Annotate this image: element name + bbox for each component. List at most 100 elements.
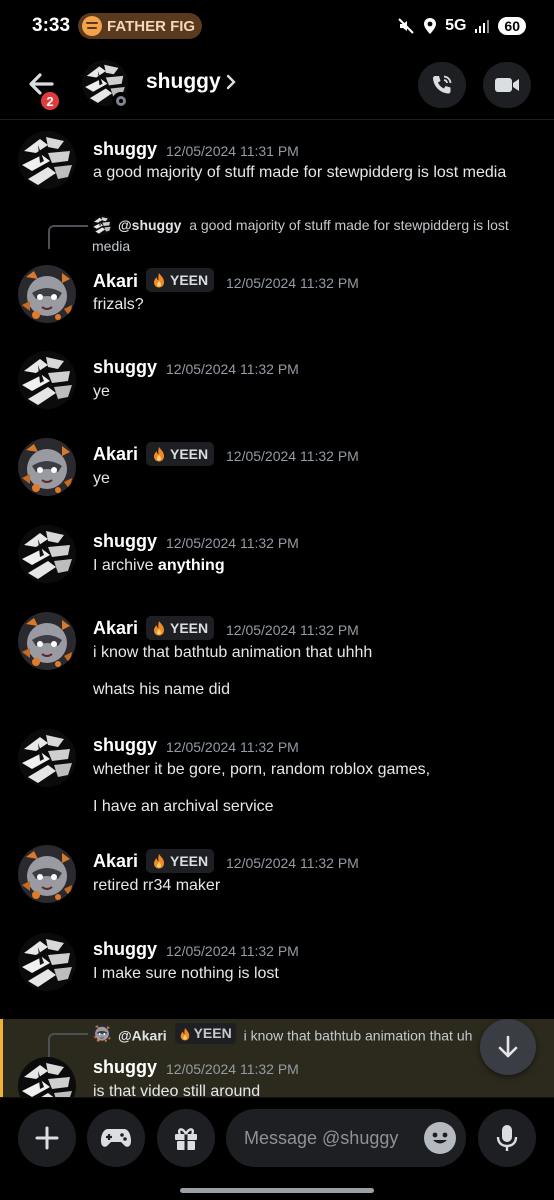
tag-label: YEEN [170,853,209,869]
timestamp: 12/05/2024 11:32 PM [226,448,359,464]
voice-message-button[interactable] [478,1109,536,1167]
gift-icon [175,1128,197,1150]
flame-icon [152,446,166,462]
flame-icon [152,620,166,636]
server-tag: YEEN [174,1023,236,1044]
jump-to-present-button[interactable] [480,1019,536,1075]
flame-icon [152,853,166,869]
offline-status-icon [112,92,130,110]
message-input-placeholder: Message @shuggy [244,1127,399,1148]
username[interactable]: shuggy [93,531,157,552]
timestamp: 12/05/2024 11:32 PM [226,855,359,871]
media-title: FATHER FIG [107,17,196,35]
username[interactable]: Akari [93,618,138,639]
message-text: is that video still around [93,1083,261,1097]
avatar[interactable] [18,525,76,583]
username[interactable]: Akari [93,851,138,872]
signal-icon [475,20,490,33]
channel-title[interactable]: shuggy [146,70,221,94]
message-text: I archive anything [93,557,225,575]
reply-text: @shuggy a good majority of stuff made fo… [92,215,532,257]
flame-icon [152,272,166,288]
add-attachment-button[interactable] [18,1109,76,1167]
tag-label: YEEN [170,272,209,288]
network-type: 5G [445,17,467,34]
message-text: ye [93,470,110,487]
timestamp: 12/05/2024 11:32 PM [166,535,299,551]
timestamp: 12/05/2024 11:31 PM [166,143,299,159]
video-call-button[interactable] [483,62,531,108]
avatar[interactable] [18,933,76,991]
server-tag[interactable]: YEEN [146,849,215,873]
media-playing-pill[interactable]: FATHER FIG [78,13,203,39]
message-text: ye [93,383,110,400]
tag-label: YEEN [193,1025,232,1041]
text-bold: anything [157,557,225,574]
reply-spine [48,225,88,249]
avatar[interactable] [18,265,76,323]
reply-author: @Akari [118,1027,167,1044]
avatar[interactable] [18,351,76,409]
message-text: I make sure nothing is lost [93,965,279,982]
timestamp: 12/05/2024 11:32 PM [166,943,299,959]
username[interactable]: shuggy [93,1057,157,1078]
status-icons: 5G 60 [397,17,526,35]
avatar[interactable] [18,845,76,903]
video-camera-icon [495,78,519,92]
message-text: a good majority of stuff made for stewpi… [93,164,507,181]
battery-indicator: 60 [498,17,526,35]
timestamp: 12/05/2024 11:32 PM [226,622,359,638]
message-text: I have an archival service [93,798,274,815]
clock: 3:33 [32,15,71,36]
flame-icon [179,1027,191,1041]
message-input[interactable]: Message @shuggy [226,1109,466,1167]
microphone-icon [496,1125,518,1151]
tag-label: YEEN [170,446,209,462]
voice-call-button[interactable] [418,62,466,108]
avatar[interactable] [18,131,76,189]
message-text: frizals? [93,296,144,313]
tag-label: YEEN [170,620,209,636]
status-bar: 3:33 FATHER FIG 5G 60 [0,0,554,52]
smiley-icon [432,1132,448,1144]
username[interactable]: shuggy [93,939,157,960]
text-plain: I archive [93,557,158,574]
avatar[interactable] [18,612,76,670]
message-text: retired rr34 maker [93,877,221,894]
arrow-down-icon [498,1035,518,1058]
composer-bar: Message @shuggy [0,1097,554,1200]
unread-badge: 2 [39,90,61,112]
timestamp: 12/05/2024 11:32 PM [166,739,299,755]
server-tag[interactable]: YEEN [146,442,215,466]
gift-button[interactable] [157,1109,215,1167]
timestamp: 12/05/2024 11:32 PM [166,361,299,377]
phone-icon [433,75,452,94]
home-indicator [180,1188,374,1193]
timestamp: 12/05/2024 11:32 PM [226,275,359,291]
username[interactable]: shuggy [93,139,157,160]
emoji-button[interactable] [424,1122,456,1154]
username[interactable]: shuggy [93,735,157,756]
reply-spine [48,1033,88,1057]
username[interactable]: Akari [93,271,138,292]
message-text: whats his name did [93,681,230,698]
timestamp: 12/05/2024 11:32 PM [166,1061,299,1077]
message-list[interactable]: shuggy 12/05/2024 11:31 PM a good majori… [0,121,554,1097]
location-icon [424,18,437,34]
reply-text: @Akari YEEN i know that bathtub animatio… [92,1023,536,1047]
server-tag[interactable]: YEEN [146,268,215,292]
activities-button[interactable] [87,1109,145,1167]
message-text: whether it be gore, porn, random roblox … [93,761,431,778]
username[interactable]: shuggy [93,357,157,378]
plus-icon [35,1126,59,1150]
avatar[interactable] [18,438,76,496]
message-text: i know that bathtub animation that uhhh [93,644,373,661]
server-tag[interactable]: YEEN [146,616,215,640]
chevron-right-icon[interactable] [224,72,238,92]
username[interactable]: Akari [93,444,138,465]
reply-snippet: i know that bathtub animation that uh [243,1027,473,1044]
avatar[interactable] [18,729,76,787]
gamepad-icon [101,1129,131,1147]
mute-icon [398,18,414,34]
reply-author: @shuggy [118,217,182,233]
